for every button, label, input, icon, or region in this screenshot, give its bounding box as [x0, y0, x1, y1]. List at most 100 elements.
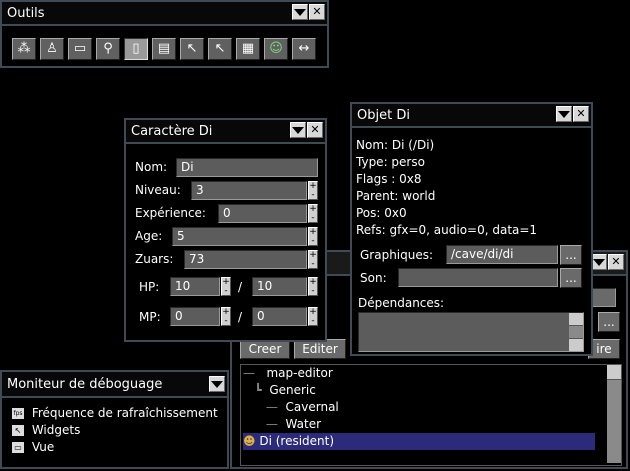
collapse-down-icon[interactable] — [290, 122, 306, 138]
hp-max-field[interactable]: 10 — [252, 277, 307, 296]
partial-label: ire — [596, 342, 612, 356]
objet-line-type: Type: perso — [356, 155, 425, 169]
moniteur-titlebar[interactable]: Moniteur de déboguage — [2, 372, 227, 398]
creer-button[interactable]: Creer — [240, 339, 290, 359]
browse-label: ... — [565, 248, 577, 262]
collapse-down-icon[interactable] — [591, 254, 607, 270]
dependances-scrollbar[interactable] — [569, 313, 583, 351]
objet-line-parent: Parent: world — [356, 189, 436, 203]
collapse-down-icon[interactable] — [209, 376, 225, 392]
stamp-icon: ♙ — [46, 41, 58, 56]
son-browse-button[interactable]: ... — [560, 268, 582, 288]
mp-max-stepper[interactable]: + - — [308, 307, 318, 326]
tool-button-eraser[interactable]: ▭ — [68, 38, 92, 60]
tool-button-nodes[interactable]: ⁂ — [12, 38, 36, 60]
tool-button-page[interactable]: ▯ — [124, 38, 148, 60]
objet-line-pos: Pos: 0x0 — [356, 206, 407, 220]
tree-label: map-editor — [266, 366, 333, 380]
experience-stepper[interactable]: + - — [308, 204, 318, 223]
widgets-icon: ↖ — [12, 425, 24, 436]
mp-max-field[interactable]: 0 — [252, 307, 307, 326]
browse-label: ... — [565, 271, 577, 285]
objet-titlebar[interactable]: Objet Di ✕ — [352, 104, 591, 128]
nodes-icon: ⁂ — [17, 41, 31, 56]
niveau-stepper[interactable]: + - — [308, 181, 318, 200]
browse-label: ... — [603, 315, 615, 329]
graphiques-browse-button[interactable]: ... — [560, 245, 582, 265]
pages-icon: ▤ — [157, 41, 171, 56]
moniteur-window: Moniteur de déboguage fps Fréquence de r… — [0, 370, 229, 469]
graphiques-field[interactable]: /cave/di/di — [446, 245, 558, 264]
character-face-icon: ☺ — [269, 41, 283, 56]
tool-button-stamp[interactable]: ♙ — [40, 38, 64, 60]
collapse-down-icon[interactable] — [556, 106, 572, 122]
caractere-titlebar[interactable]: Caractère Di ✕ — [126, 120, 325, 144]
hp-current-field[interactable]: 10 — [170, 277, 220, 296]
creer-label: Creer — [248, 342, 282, 356]
tool-button-pointer-multi[interactable]: ↖ — [208, 38, 232, 60]
close-icon[interactable]: ✕ — [307, 122, 323, 138]
list-item-widgets[interactable]: ↖ Widgets — [12, 423, 80, 437]
tree-scrollbar[interactable] — [607, 365, 621, 463]
hp-current-stepper[interactable]: + - — [221, 277, 231, 296]
tree-label: Di (resident) — [259, 434, 335, 448]
mp-separator: / — [238, 310, 243, 324]
dependances-label: Dépendances: — [358, 296, 445, 310]
close-icon[interactable]: ✕ — [573, 106, 589, 122]
mp-current-field[interactable]: 0 — [170, 307, 220, 326]
hp-max-stepper[interactable]: + - — [308, 277, 318, 296]
outils-titlebar[interactable]: Outils ✕ — [2, 2, 327, 26]
niveau-field[interactable]: 3 — [191, 181, 307, 200]
objet-window: Objet Di ✕ Nom: Di (/Di) Type: perso Fla… — [350, 102, 593, 356]
zuars-stepper[interactable]: + - — [308, 250, 318, 269]
age-field[interactable]: 5 — [172, 227, 307, 246]
objet-line-flags: Flags : 0x8 — [356, 172, 422, 186]
list-item-label: Fréquence de rafraîchissement — [31, 406, 218, 420]
son-label: Son: — [360, 271, 387, 285]
character-icon: ☻ — [243, 434, 256, 448]
experience-label: Expérience: — [135, 206, 206, 220]
niveau-label: Niveau: — [135, 183, 181, 197]
eraser-icon: ▭ — [73, 41, 87, 56]
tree-row-generic[interactable]: ┗ Generic — [243, 382, 595, 399]
caractere-title: Caractère Di — [131, 124, 213, 139]
zuars-field[interactable]: 73 — [184, 250, 307, 269]
browser-browse-button[interactable]: ... — [598, 312, 620, 332]
tool-button-pages[interactable]: ▤ — [152, 38, 176, 60]
pointer-multi-icon: ↖ — [214, 41, 226, 56]
close-icon[interactable]: ✕ — [309, 4, 325, 20]
objet-line-nom: Nom: Di (/Di) — [356, 138, 435, 152]
tree-panel: — map-editor ┗ Generic — Cavernal — Wate… — [240, 364, 622, 466]
objet-title: Objet Di — [357, 108, 410, 123]
tool-button-arrows[interactable]: ↔ — [292, 38, 316, 60]
tree-row-water[interactable]: — Water — [243, 416, 595, 433]
tool-button-magnifier[interactable]: ⚲ — [96, 38, 120, 60]
tree-label: Water — [285, 417, 322, 431]
tree-row-di[interactable]: ☻ Di (resident) — [243, 433, 595, 450]
list-item-frequence[interactable]: fps Fréquence de rafraîchissement — [12, 406, 218, 420]
collapse-down-icon[interactable] — [292, 4, 308, 20]
close-icon[interactable]: ✕ — [608, 254, 624, 270]
moniteur-title: Moniteur de déboguage — [7, 377, 163, 392]
tree-row-map-editor[interactable]: — map-editor — [243, 365, 595, 382]
editer-button[interactable]: Editer — [294, 339, 346, 359]
tool-button-grid[interactable]: ▦ — [236, 38, 260, 60]
tool-button-pointer[interactable]: ↖ — [180, 38, 204, 60]
experience-field[interactable]: 0 — [218, 204, 307, 223]
dependances-list[interactable] — [358, 312, 584, 352]
horizontal-arrows-icon: ↔ — [298, 41, 310, 56]
hp-label: HP: — [139, 280, 160, 294]
son-field[interactable] — [398, 268, 558, 287]
tree-label: Generic — [269, 383, 316, 397]
list-item-vue[interactable]: ▭ Vue — [12, 440, 54, 454]
tool-button-character[interactable]: ☺ — [264, 38, 288, 60]
pointer-icon: ↖ — [186, 41, 198, 56]
nom-field[interactable]: Di — [176, 158, 318, 177]
age-stepper[interactable]: + - — [308, 227, 318, 246]
tree-row-cavernal[interactable]: — Cavernal — [243, 399, 595, 416]
nom-label: Nom: — [135, 160, 168, 174]
mp-label: MP: — [139, 310, 161, 324]
moniteur-list: fps Fréquence de rafraîchissement ↖ Widg… — [8, 404, 227, 460]
browser-field-1[interactable] — [592, 288, 616, 307]
mp-current-stepper[interactable]: + - — [221, 307, 231, 326]
